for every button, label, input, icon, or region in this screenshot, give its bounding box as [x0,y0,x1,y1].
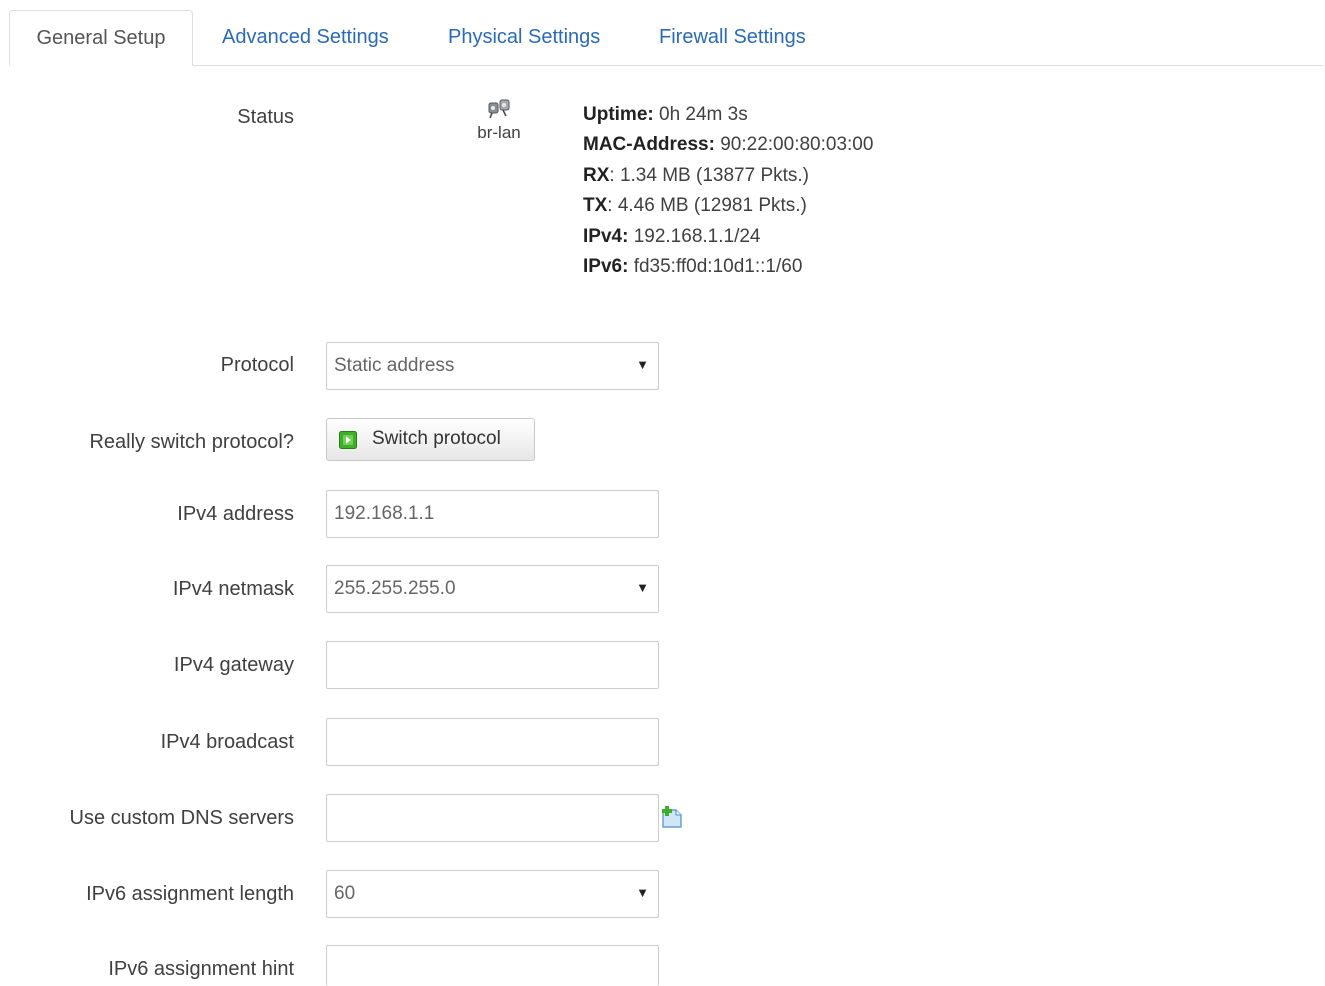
network-interface-icon [488,99,510,119]
add-entry-icon[interactable] [660,806,684,830]
mac-key: MAC-Address: [583,134,715,156]
status-label: Status [237,106,294,128]
dns-label: Use custom DNS servers [69,807,295,829]
mac-line: MAC-Address: 90:22:00:80:03:00 [583,130,873,160]
interface-name: br-lan [477,123,521,142]
ipv4-gateway-label: IPv4 gateway [173,654,294,676]
ipv4-key: IPv4: [583,225,629,247]
ipv4-line: IPv4: 192.168.1.1/24 [583,222,873,252]
status-details: Uptime: 0h 24m 3s MAC-Address: 90:22:00:… [583,100,873,282]
ipv4-value: 192.168.1.1/24 [633,225,761,247]
tab-physical-settings[interactable]: Physical Settings [448,10,600,66]
tab-advanced-settings[interactable]: Advanced Settings [222,10,389,66]
dropdown-arrow-icon: ▼ [636,580,649,595]
protocol-select[interactable]: Static address ▼ [326,342,659,390]
switch-protocol-button[interactable]: Switch protocol [326,418,535,461]
tx-key: TX [583,195,608,217]
switch-protocol-text: Switch protocol [372,428,501,449]
tab-bar: General Setup Advanced Settings Physical… [9,10,1323,66]
ipv6-hint-label: IPv6 assignment hint [108,958,294,980]
ipv4-netmask-select[interactable]: 255.255.255.0 ▼ [326,565,659,613]
dns-input[interactable] [326,794,659,842]
protocol-value: Static address [334,355,455,376]
ipv4-netmask-label: IPv4 netmask [172,578,294,600]
ipv6-length-value: 60 [334,883,356,904]
ipv6-length-label: IPv6 assignment length [86,883,294,905]
rx-value: : 1.34 MB (13877 Pkts.) [609,164,809,186]
protocol-label: Protocol [220,354,294,376]
tx-value: : 4.46 MB (12981 Pkts.) [607,195,807,217]
ipv4-gateway-input[interactable] [326,641,659,689]
ipv4-netmask-value: 255.255.255.0 [334,578,456,599]
ipv4-address-value: 192.168.1.1 [334,503,435,524]
rx-line: RX: 1.34 MB (13877 Pkts.) [583,161,873,191]
tab-firewall-settings[interactable]: Firewall Settings [659,10,806,66]
tx-line: TX: 4.46 MB (12981 Pkts.) [583,191,873,221]
ipv4-broadcast-label: IPv4 broadcast [160,731,294,753]
uptime-value: 0h 24m 3s [659,104,748,125]
ipv4-broadcast-input[interactable] [326,718,659,766]
tab-general-setup[interactable]: General Setup [9,10,193,66]
ipv4-address-input[interactable]: 192.168.1.1 [326,490,659,538]
interface-badge: br-lan [470,98,528,143]
mac-value: 90:22:00:80:03:00 [720,134,874,156]
dropdown-arrow-icon: ▼ [636,885,649,900]
dropdown-arrow-icon: ▼ [636,357,649,372]
uptime-line: Uptime: 0h 24m 3s [583,100,873,130]
uptime-key: Uptime: [583,104,654,125]
ipv6-line: IPv6: fd35:ff0d:10d1::1/60 [583,252,873,282]
ipv6-value: fd35:ff0d:10d1::1/60 [633,256,803,278]
ipv6-length-select[interactable]: 60 ▼ [326,870,659,918]
switch-protocol-label: Really switch protocol? [89,431,294,453]
apply-icon [339,431,357,449]
rx-key: RX [583,164,610,186]
ipv6-hint-input[interactable] [326,945,659,986]
ipv4-address-label: IPv4 address [177,503,294,525]
ipv6-key: IPv6: [583,256,629,278]
